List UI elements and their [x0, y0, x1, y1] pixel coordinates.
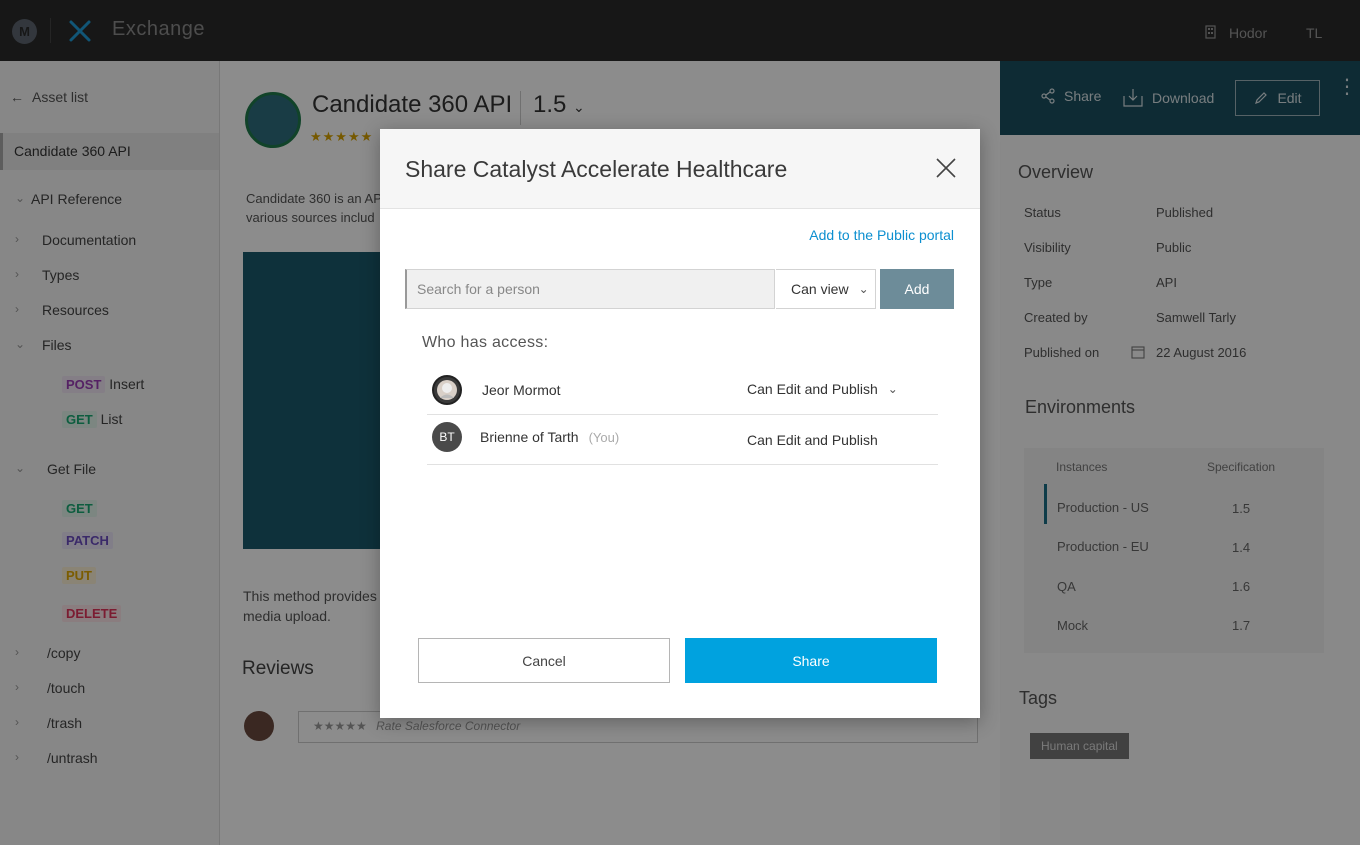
- person-name: Jeor Mormot: [482, 382, 561, 398]
- close-icon[interactable]: [934, 156, 958, 180]
- you-indicator: (You): [588, 430, 620, 445]
- share-button[interactable]: Share: [685, 638, 937, 683]
- permission-select-value: Can view: [791, 281, 849, 297]
- person-name: Brienne of Tarth (You): [480, 429, 619, 445]
- access-list-item: BT Brienne of Tarth (You) Can Edit and Pu…: [427, 415, 938, 465]
- share-dialog: Share Catalyst Accelerate Healthcare Add…: [380, 129, 980, 718]
- chevron-down-icon: ⌄: [858, 282, 869, 296]
- dialog-title: Share Catalyst Accelerate Healthcare: [405, 156, 788, 182]
- access-list-item: Jeor Mormot Can Edit and Publish ⌄: [427, 365, 938, 415]
- permission-value: Can Edit and Publish: [747, 432, 878, 448]
- add-to-public-portal-link[interactable]: Add to the Public portal: [809, 227, 954, 243]
- person-search-input[interactable]: [405, 269, 775, 309]
- add-button[interactable]: Add: [880, 269, 954, 309]
- person-permission-select[interactable]: Can Edit and Publish ⌄: [747, 381, 898, 397]
- avatar: BT: [432, 422, 462, 452]
- person-name-text: Brienne of Tarth: [480, 429, 579, 445]
- cancel-button[interactable]: Cancel: [418, 638, 670, 683]
- permission-select[interactable]: Can view ⌄: [776, 269, 876, 309]
- chevron-down-icon: ⌄: [887, 382, 898, 396]
- avatar: [432, 375, 462, 405]
- permission-value: Can Edit and Publish: [747, 381, 878, 397]
- access-list-label: Who has access:: [422, 334, 549, 351]
- avatar-initials: BT: [439, 430, 455, 444]
- dialog-header: Share Catalyst Accelerate Healthcare: [380, 129, 980, 209]
- person-photo-icon: [437, 380, 457, 400]
